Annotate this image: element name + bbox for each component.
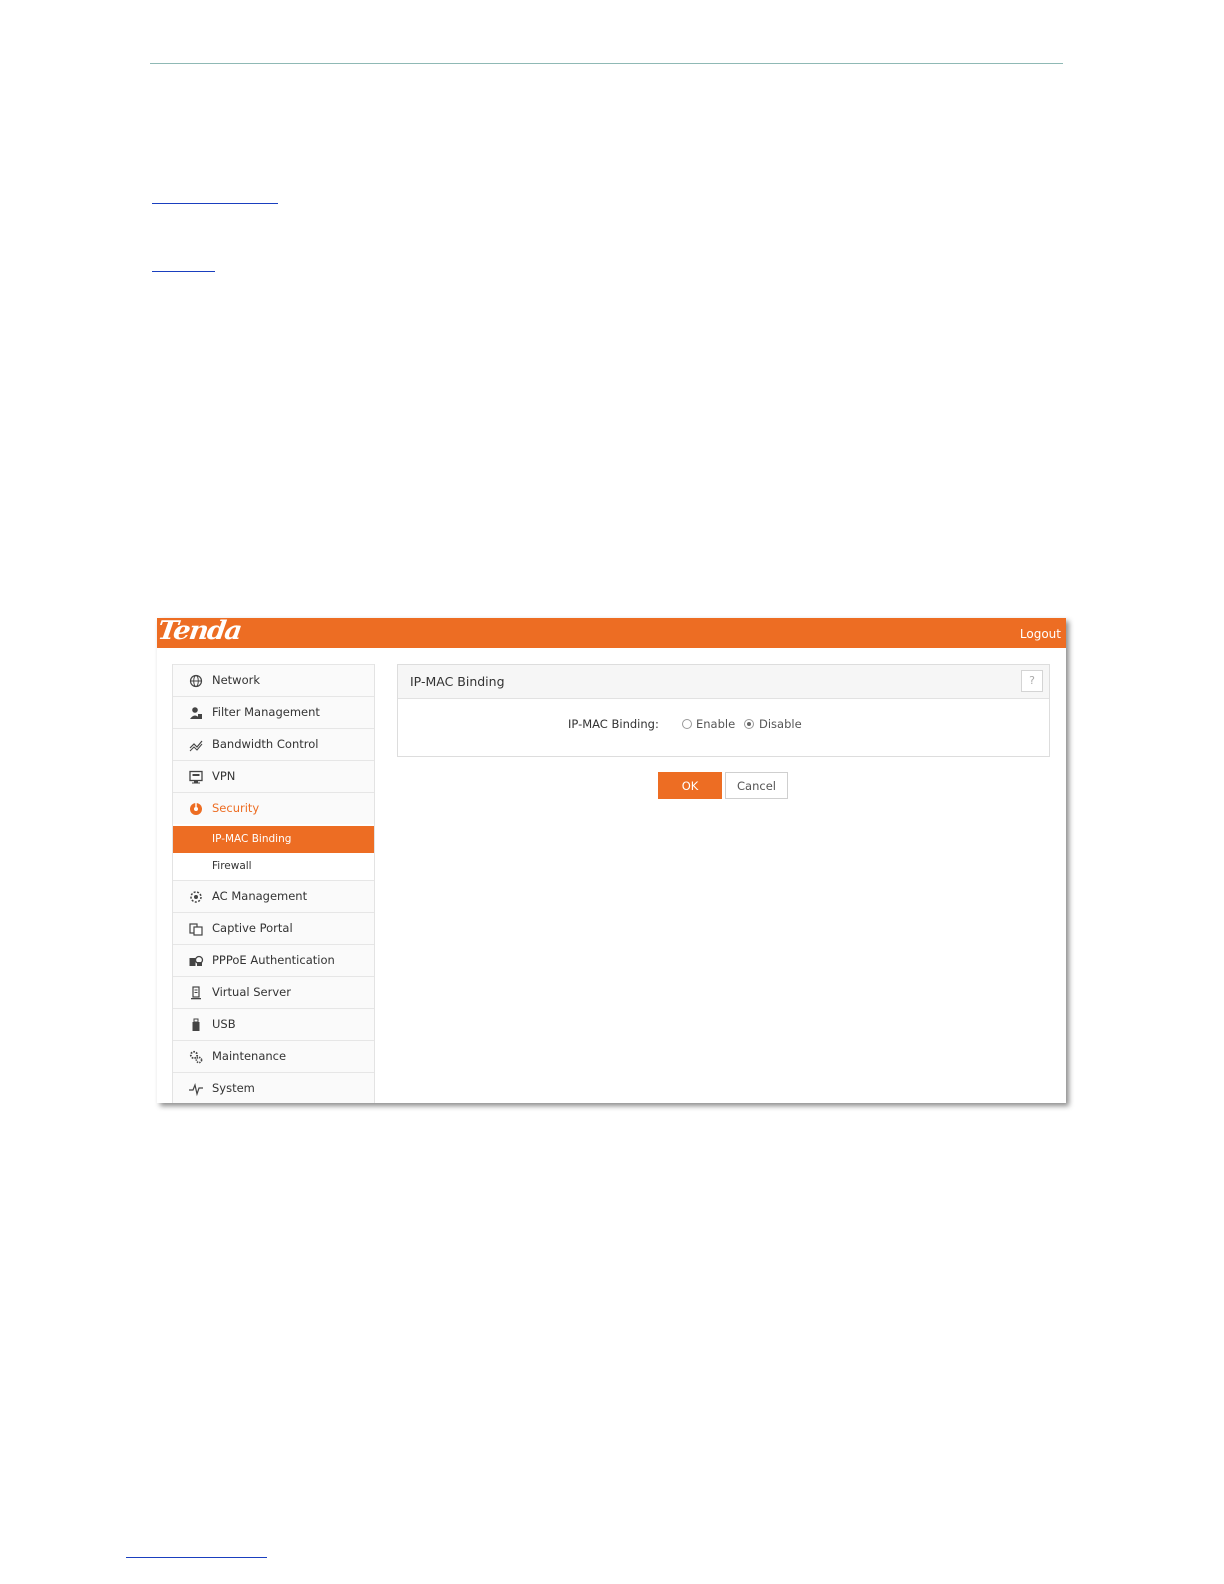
sidebar-item-label: USB [212,1017,236,1031]
doc-link-underline [126,1557,267,1558]
sidebar-item-vpn[interactable]: VPN [173,760,374,792]
sidebar-item-label: Bandwidth Control [212,737,319,751]
help-button[interactable]: ? [1021,670,1043,692]
globe-icon [189,674,203,688]
usb-icon [192,1018,200,1031]
sidebar-item-network[interactable]: Network [173,664,374,696]
logout-link[interactable]: Logout [1020,627,1061,641]
enable-radio-label[interactable]: Enable [696,717,735,731]
router-web-ui: Tenda Logout Network Filter Management B… [157,618,1066,1103]
gears-icon [189,1050,203,1064]
pulse-icon [189,1082,203,1097]
sidebar-item-label: Filter Management [212,705,320,719]
ip-mac-binding-label: IP-MAC Binding: [568,717,659,731]
sidebar-item-label: System [212,1081,255,1095]
panel-title: IP-MAC Binding [410,674,505,689]
sidebar-item-label: Security [212,801,260,815]
sidebar-item-maintenance[interactable]: Maintenance [173,1040,374,1072]
sidebar-item-label: Captive Portal [212,921,293,935]
page-header-rule [150,63,1063,64]
bandwidth-icon [189,740,203,752]
sidebar-item-security[interactable]: Security [173,792,374,824]
ac-gear-icon [190,891,202,903]
sidebar-item-label: Network [212,673,261,687]
sidebar-item-label: PPPoE Authentication [212,953,335,967]
monitor-icon [189,770,203,784]
top-bar: Tenda Logout [157,618,1066,648]
disable-radio[interactable] [744,719,754,729]
sidebar: Network Filter Management Bandwidth Cont… [172,664,375,1103]
sidebar-item-pppoe-authentication[interactable]: PPPoE Authentication [173,944,374,976]
sidebar-subitem-label: IP-MAC Binding [212,833,292,845]
enable-radio[interactable] [682,719,692,729]
sidebar-item-label: Virtual Server [212,985,291,999]
sidebar-item-ac-management[interactable]: AC Management [173,880,374,912]
ip-mac-binding-panel: IP-MAC Binding ? IP-MAC Binding: Enable … [397,664,1050,757]
disable-radio-label[interactable]: Disable [759,717,802,731]
ok-button[interactable]: OK [658,772,722,799]
sidebar-item-usb[interactable]: USB [173,1008,374,1040]
doc-link-underline [152,271,215,272]
sidebar-item-label: VPN [212,769,236,783]
sidebar-subitem-firewall[interactable]: Firewall [173,853,374,880]
shield-icon [190,803,202,815]
sidebar-item-captive-portal[interactable]: Captive Portal [173,912,374,944]
sidebar-item-virtual-server[interactable]: Virtual Server [173,976,374,1008]
sidebar-item-label: Maintenance [212,1049,287,1063]
sidebar-subitem-ip-mac-binding[interactable]: IP-MAC Binding [173,826,374,853]
portal-icon [189,923,203,936]
user-filter-icon [190,707,202,719]
pppoe-icon [189,955,204,966]
panel-header: IP-MAC Binding ? [398,665,1049,699]
doc-link-underline [152,203,278,204]
cancel-button[interactable]: Cancel [725,772,788,799]
server-icon [191,986,201,1000]
sidebar-item-label: AC Management [212,889,308,903]
sidebar-item-filter-management[interactable]: Filter Management [173,696,374,728]
sidebar-subitem-label: Firewall [212,860,252,872]
tenda-logo: Tenda [157,618,243,646]
sidebar-item-system[interactable]: System [173,1072,374,1103]
sidebar-item-bandwidth-control[interactable]: Bandwidth Control [173,728,374,760]
